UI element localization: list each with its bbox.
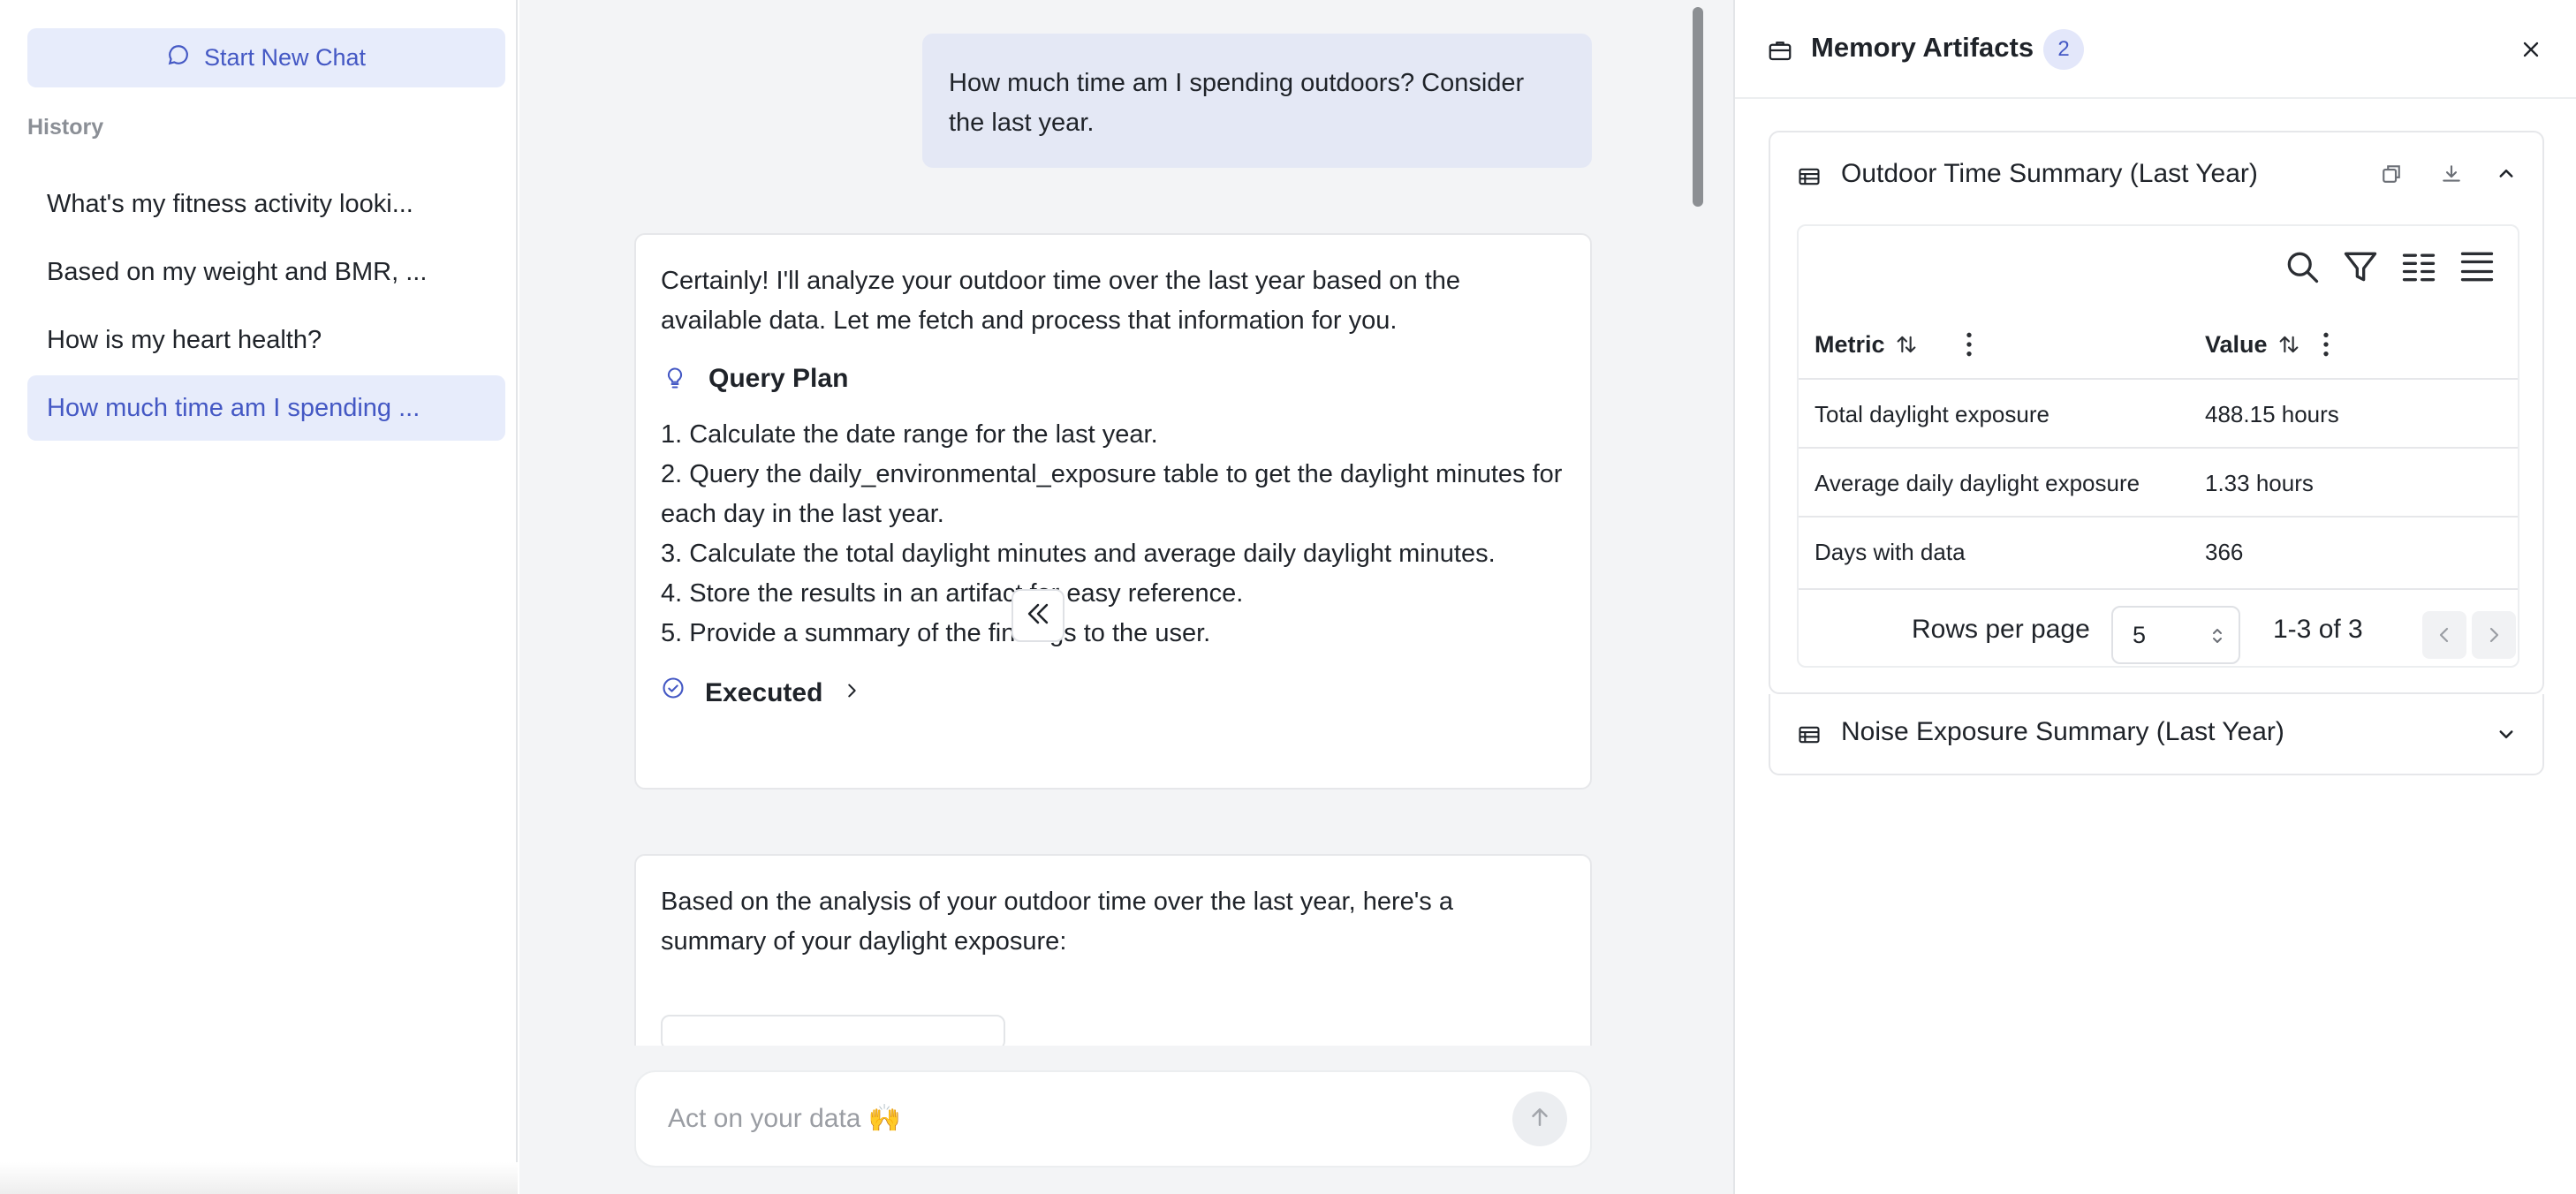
plan-step-5: 5. Provide a summary of the findings to … [661, 619, 1211, 647]
chat-input[interactable] [668, 1104, 1512, 1134]
cell-value: 1.33 hours [2205, 470, 2314, 496]
query-plan-steps: 1. Calculate the date range for the last… [661, 415, 1565, 654]
collapse-sidebar-button[interactable] [1011, 589, 1064, 642]
table-row[interactable]: Days with data 366 [1799, 518, 2518, 586]
column-header-metric[interactable]: Metric [1815, 309, 1972, 380]
artifact-header[interactable]: Noise Exposure Summary (Last Year) [1770, 694, 2542, 775]
double-chevron-left-icon [1023, 599, 1053, 633]
filter-icon[interactable] [2341, 247, 2380, 286]
briefcase-icon [1769, 42, 1792, 61]
plan-step-3: 3. Calculate the total daylight minutes … [661, 540, 1496, 568]
column-label-metric: Metric [1815, 330, 1885, 358]
panel-header: Memory Artifacts 2 [1735, 0, 2576, 99]
assistant-message-summary: Based on the analysis of your outdoor ti… [634, 854, 1592, 1046]
artifact-header[interactable]: Outdoor Time Summary (Last Year) [1770, 132, 2542, 221]
artifact-data-grid: Metric Value Total daylight exposure 488… [1797, 224, 2519, 668]
user-message: How much time am I spending outdoors? Co… [922, 34, 1592, 168]
density-icon[interactable] [2458, 247, 2496, 286]
query-plan-header: Query Plan [661, 355, 1565, 401]
artifact-outdoor-time: Outdoor Time Summary (Last Year) Metric [1769, 131, 2544, 694]
copy-icon[interactable] [2378, 161, 2405, 187]
check-circle-icon [661, 673, 686, 713]
assistant-intro-text: Certainly! I'll analyze your outdoor tim… [661, 267, 1461, 335]
cell-metric: Days with data [1815, 539, 1966, 565]
sidebar-bottom-shade [0, 1162, 518, 1194]
sort-icon[interactable] [2277, 332, 2301, 357]
summary-text: Based on the analysis of your outdoor ti… [661, 888, 1453, 956]
column-label-value: Value [2205, 330, 2268, 358]
arrow-up-icon [1527, 1104, 1553, 1135]
start-new-chat-button[interactable]: Start New Chat [27, 28, 505, 87]
chevron-up-icon[interactable] [2493, 161, 2519, 187]
cell-metric: Total daylight exposure [1815, 401, 2049, 427]
rows-per-page-label: Rows per page [1912, 615, 2090, 644]
chevron-right-icon [2489, 627, 2499, 643]
send-button[interactable] [1512, 1092, 1567, 1146]
executed-toggle[interactable]: Executed [661, 669, 1565, 715]
plan-step-2: 2. Query the daily_environmental_exposur… [661, 460, 1563, 528]
chat-area: How much time am I spending outdoors? Co… [519, 0, 1733, 1194]
search-icon[interactable] [2283, 247, 2322, 286]
chat-bubble-icon [167, 43, 190, 72]
history-item-outdoors[interactable]: How much time am I spending ... [27, 375, 505, 441]
history-heading: History [27, 115, 104, 140]
columns-icon[interactable] [2399, 247, 2438, 286]
artifact-count-badge: 2 [2043, 29, 2084, 70]
panel-title: Memory Artifacts [1811, 32, 2034, 63]
artifact-noise-exposure: Noise Exposure Summary (Last Year) [1769, 694, 2544, 775]
table-row[interactable]: Average daily daylight exposure 1.33 hou… [1799, 449, 2518, 518]
history-item-heart-health[interactable]: How is my heart health? [27, 307, 505, 373]
table-icon [1799, 726, 1820, 744]
download-icon[interactable] [2438, 161, 2465, 187]
column-menu-icon[interactable] [2322, 330, 2330, 359]
history-list: What's my fitness activity looki... Base… [27, 171, 505, 443]
table-icon [1799, 168, 1820, 185]
memory-artifacts-panel: Memory Artifacts 2 Outdoor Time Summary … [1733, 0, 2576, 1194]
table-row[interactable]: Total daylight exposure 488.15 hours [1799, 380, 2518, 449]
sidebar: Start New Chat History What's my fitness… [0, 0, 518, 1194]
executed-label: Executed [705, 677, 823, 707]
assistant-message-plan: Certainly! I'll analyze your outdoor tim… [634, 233, 1592, 790]
chat-scrollbar[interactable] [1693, 7, 1703, 207]
rows-per-page-select[interactable]: 5 [2111, 606, 2240, 664]
chevron-left-icon [2439, 627, 2449, 643]
chevron-down-icon[interactable] [2493, 721, 2519, 747]
plan-step-4: 4. Store the results in an artifact for … [661, 579, 1244, 608]
rows-per-page-value: 5 [2133, 622, 2147, 648]
artifact-title: Outdoor Time Summary (Last Year) [1841, 159, 2258, 188]
cell-value: 488.15 hours [2205, 401, 2339, 427]
plan-step-1: 1. Calculate the date range for the last… [661, 420, 1158, 449]
sort-icon[interactable] [1894, 332, 1919, 357]
prev-page-button[interactable] [2422, 611, 2466, 659]
lightbulb-icon [661, 366, 689, 390]
artifact-title: Noise Exposure Summary (Last Year) [1841, 717, 2284, 746]
grid-toolbar [1799, 226, 2518, 309]
chat-input-bar [634, 1070, 1592, 1168]
summary-table-preview [661, 1015, 1005, 1046]
next-page-button[interactable] [2472, 611, 2516, 659]
history-item-fitness[interactable]: What's my fitness activity looki... [27, 171, 505, 237]
close-icon[interactable] [2519, 37, 2543, 62]
pagination-range: 1-3 of 3 [2273, 615, 2363, 644]
chat-messages[interactable]: How much time am I spending outdoors? Co… [519, 0, 1733, 1046]
updown-chevron-icon [2213, 629, 2222, 643]
start-new-chat-label: Start New Chat [203, 44, 367, 71]
query-plan-label: Query Plan [708, 363, 849, 393]
chevron-right-icon [842, 673, 861, 713]
column-menu-icon[interactable] [1965, 330, 1974, 359]
grid-pagination: Rows per page 5 1-3 of 3 [1799, 588, 2518, 666]
column-header-value[interactable]: Value [2205, 309, 2329, 380]
grid-header: Metric Value [1799, 309, 2518, 380]
history-item-weight-bmr[interactable]: Based on my weight and BMR, ... [27, 239, 505, 305]
cell-metric: Average daily daylight exposure [1815, 470, 2140, 496]
cell-value: 366 [2205, 539, 2244, 565]
